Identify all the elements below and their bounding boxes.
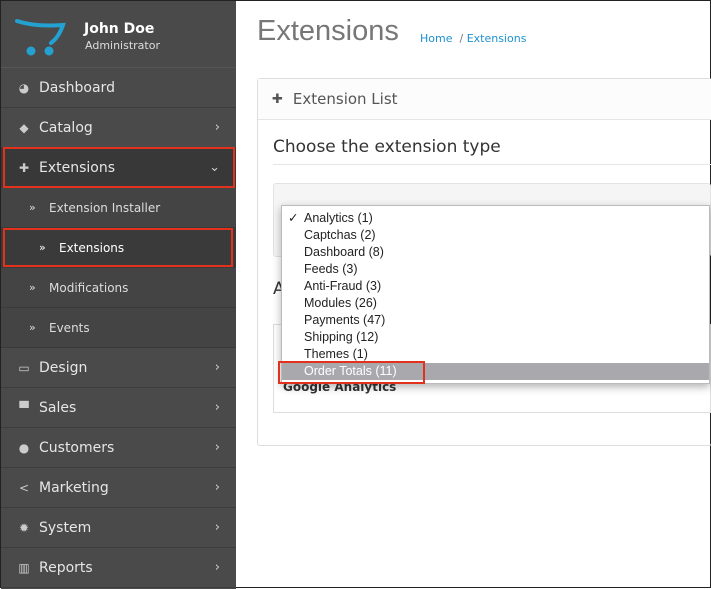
option-label: Anti-Fraud (3) [304,279,382,293]
option-label: Captchas (2) [304,228,376,242]
chevron-down-icon: ⌄ [209,160,220,175]
dropdown-option[interactable]: Anti-Fraud (3) [282,278,709,295]
dropdown-option[interactable]: Captchas (2) [282,227,709,244]
user-name: John Doe [84,21,155,37]
gear-icon: ✹ [18,520,30,535]
breadcrumb: Home / Extensions [420,32,527,45]
breadcrumb-extensions[interactable]: Extensions [467,32,527,45]
double-chevron-icon: » [29,321,36,334]
sidebar-subitem-modifications[interactable]: » Modifications [1,268,236,308]
chevron-right-icon: › [214,520,220,535]
panel-heading: ✚ Extension List [258,79,711,120]
desktop-icon: ▭ [18,360,30,375]
panel-title: Extension List [292,90,398,108]
extension-type-dropdown[interactable]: ✓ Analytics (1) Captchas (2) Dashboard (8) F… [281,205,710,384]
double-chevron-icon: » [29,281,36,294]
subitem-label: Events [49,320,90,335]
sidebar-item-marketing[interactable]: < Marketing › [1,468,236,508]
sidebar-item-label: System [39,519,92,536]
puzzle-icon: ✚ [18,160,30,175]
option-label: Shipping (12) [304,330,379,344]
option-label: Payments (47) [304,313,386,327]
subitem-label: Modifications [49,280,129,295]
sidebar-item-label: Reports [39,559,93,576]
option-label: Order Totals (11) [304,364,397,378]
sidebar-subitem-extension-installer[interactable]: » Extension Installer [1,188,236,228]
sidebar-item-label: Dashboard [39,79,115,96]
dropdown-option[interactable]: Shipping (12) [282,329,709,346]
user-role: Administrator [85,39,160,52]
sidebar-item-catalog[interactable]: ◆ Catalog › [1,108,236,148]
page-title: Extensions [257,15,399,47]
chevron-right-icon: › [214,120,220,135]
share-icon: < [18,480,30,495]
sidebar-subitem-events[interactable]: » Events [1,308,236,348]
sidebar-item-label: Customers [39,439,115,456]
option-label: Dashboard (8) [304,245,384,259]
user-icon: ● [18,440,30,455]
puzzle-icon: ✚ [272,91,283,107]
opencart-logo [15,19,66,56]
dropdown-option[interactable]: Order Totals (11) [282,363,709,380]
double-chevron-icon: » [39,241,46,254]
chevron-right-icon: › [214,400,220,415]
subitem-label: Extension Installer [49,200,161,215]
dropdown-option[interactable]: Dashboard (8) [282,244,709,261]
choose-type-label: Choose the extension type [273,137,501,157]
option-label: Themes (1) [304,347,368,361]
dashboard-icon: ◕ [18,80,30,95]
sidebar-item-extensions[interactable]: ✚ Extensions ⌄ [1,148,236,188]
sidebar-item-label: Extensions [39,159,116,176]
cart-icon: ▀ [19,400,29,415]
subitem-label: Extensions [59,240,125,255]
sidebar-item-label: Sales [39,399,77,416]
chevron-right-icon: › [214,440,220,455]
divider [273,164,711,165]
breadcrumb-home[interactable]: Home [420,32,452,45]
option-label: Modules (26) [304,296,377,310]
sidebar-item-dashboard[interactable]: ◕ Dashboard [1,68,236,108]
dropdown-option[interactable]: Themes (1) [282,346,709,363]
sidebar-item-label: Design [39,359,88,376]
profile-header: John Doe Administrator [1,1,236,68]
sidebar-item-sales[interactable]: ▀ Sales › [1,388,236,428]
dropdown-option[interactable]: ✓ Analytics (1) [282,210,709,227]
chevron-right-icon: › [214,480,220,495]
checkmark-icon: ✓ [288,211,299,225]
double-chevron-icon: » [29,201,36,214]
option-label: Feeds (3) [304,262,358,276]
bar-chart-icon: ▥ [18,560,30,575]
sidebar-item-label: Marketing [39,479,109,496]
chevron-right-icon: › [214,560,220,575]
sidebar: John Doe Administrator ◕ Dashboard ◆ Catal… [1,1,236,589]
dropdown-option[interactable]: Payments (47) [282,312,709,329]
sidebar-item-system[interactable]: ✹ System › [1,508,236,548]
dropdown-option[interactable]: Feeds (3) [282,261,709,278]
chevron-right-icon: › [214,360,220,375]
sidebar-item-design[interactable]: ▭ Design › [1,348,236,388]
tag-icon: ◆ [19,120,29,135]
sidebar-item-customers[interactable]: ● Customers › [1,428,236,468]
option-label: Analytics (1) [304,211,373,225]
sidebar-item-label: Catalog [39,119,93,136]
sidebar-subitem-extensions[interactable]: » Extensions [1,228,236,268]
dropdown-option[interactable]: Modules (26) [282,295,709,312]
sidebar-item-reports[interactable]: ▥ Reports › [1,548,236,588]
